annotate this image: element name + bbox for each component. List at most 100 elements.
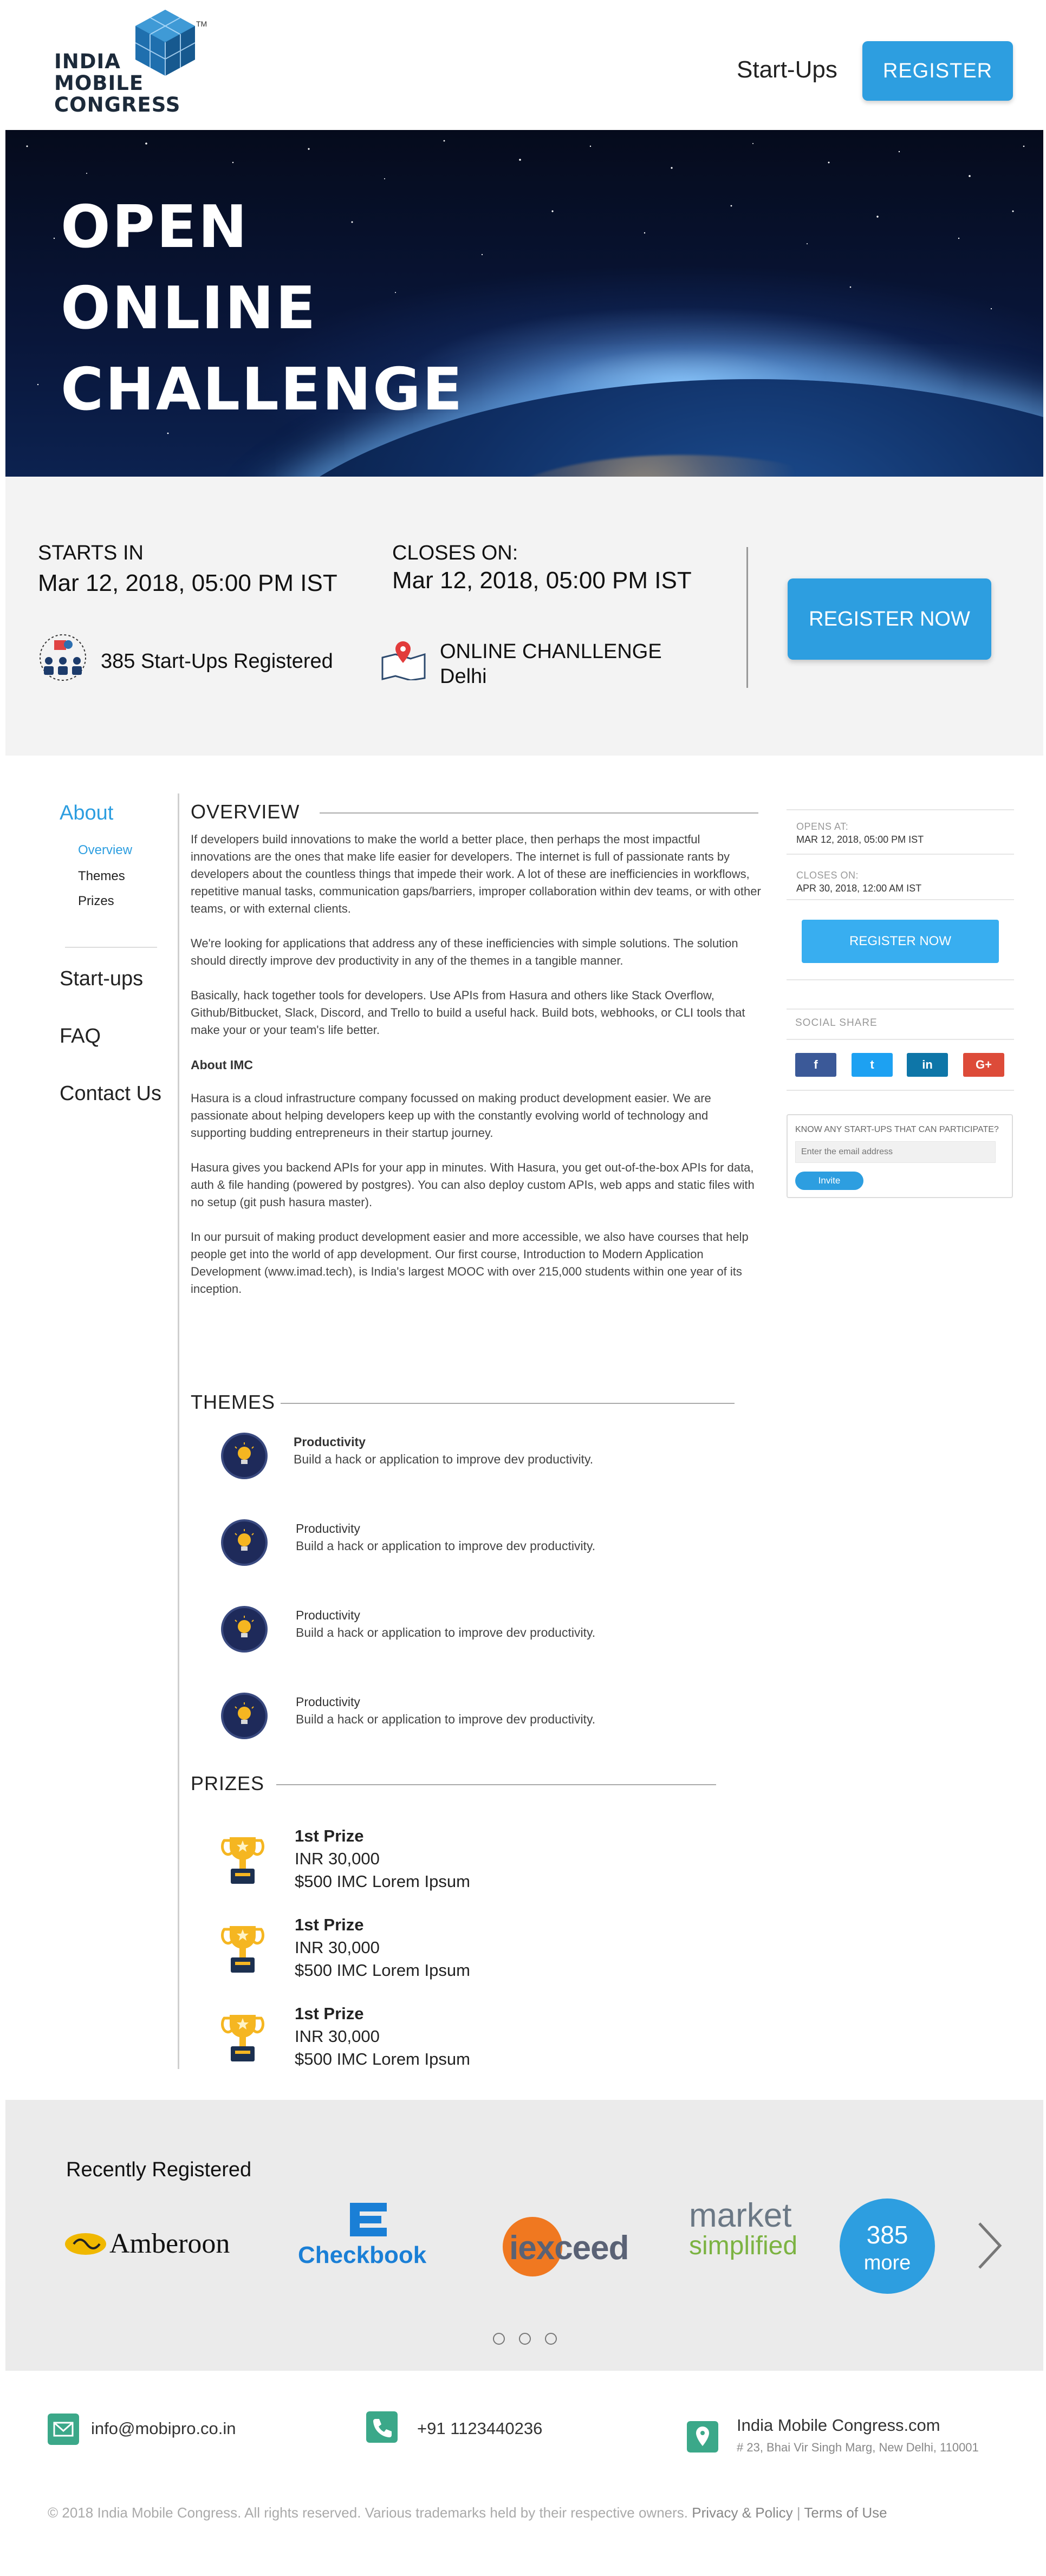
logo-word-1: INDIA bbox=[54, 50, 121, 73]
event-info-panel: STARTS IN Mar 12, 2018, 05:00 PM IST CLO… bbox=[5, 477, 1043, 756]
logo-trademark: TM bbox=[196, 19, 207, 28]
checkbook-wordmark: Checkbook bbox=[298, 2242, 427, 2268]
overview-title: OVERVIEW bbox=[191, 801, 300, 823]
theme-desc: Build a hack or application to improve d… bbox=[296, 1625, 596, 1640]
logo-word-3: CONGRESS bbox=[54, 93, 181, 116]
amberoon-logo[interactable]: Amberoon bbox=[63, 2227, 258, 2259]
info-divider bbox=[746, 547, 748, 688]
linkedin-share-button[interactable]: in bbox=[907, 1053, 948, 1077]
footer-org: India Mobile Congress.com bbox=[737, 2416, 940, 2435]
terms-of-use-link[interactable]: Terms of Use bbox=[804, 2505, 887, 2521]
theme-name: Productivity bbox=[296, 1521, 360, 1536]
logo-word-2: MOBILE bbox=[54, 71, 144, 95]
phone-icon bbox=[366, 2411, 398, 2443]
hero-title-line: OPEN bbox=[61, 193, 249, 261]
googleplus-share-button[interactable]: G+ bbox=[963, 1053, 1004, 1077]
closes-value: Mar 12, 2018, 05:00 PM IST bbox=[392, 567, 692, 594]
lightbulb-icon bbox=[221, 1519, 268, 1566]
registered-count-text: 385 Start-Ups Registered bbox=[101, 650, 333, 673]
trophy-icon bbox=[221, 1837, 264, 1884]
iexceed-wordmark: iexceed bbox=[509, 2229, 629, 2267]
nav-about[interactable]: About bbox=[60, 802, 113, 825]
nav-contact[interactable]: Contact Us bbox=[60, 1082, 161, 1105]
checkbook-mark-icon bbox=[350, 2203, 387, 2236]
market-simplified-logo[interactable]: market simplified bbox=[689, 2196, 819, 2272]
invite-label: KNOW ANY START-UPS THAT CAN PARTICIPATE? bbox=[795, 1125, 999, 1134]
register-now-button[interactable]: REGISTER NOW bbox=[788, 578, 991, 660]
theme-item: Productivity Build a hack or application… bbox=[221, 1606, 709, 1660]
footer-phone[interactable]: +91 1123440236 bbox=[417, 2419, 542, 2438]
twitter-share-button[interactable]: t bbox=[852, 1053, 893, 1077]
lightbulb-icon bbox=[221, 1433, 268, 1479]
theme-item: Productivity Build a hack or application… bbox=[221, 1519, 709, 1573]
social-share-title: SOCIAL SHARE bbox=[795, 1017, 878, 1029]
hero-title-line: ONLINE bbox=[61, 275, 317, 342]
content-divider bbox=[178, 793, 179, 2069]
theme-item: Productivity Build a hack or application… bbox=[221, 1433, 709, 1487]
prize-amount: INR 30,000 bbox=[295, 1849, 380, 1868]
checkbook-logo[interactable]: Checkbook bbox=[298, 2201, 439, 2271]
facebook-share-button[interactable]: f bbox=[795, 1053, 836, 1077]
closes-value: APR 30, 2018, 12:00 AM IST bbox=[796, 883, 922, 894]
lightbulb-icon bbox=[221, 1693, 268, 1739]
opens-label: OPENS AT: bbox=[796, 821, 849, 832]
nav-faq[interactable]: FAQ bbox=[60, 1025, 101, 1048]
about-imc-heading: About IMC bbox=[191, 1058, 253, 1072]
overview-paragraph: If developers build innovations to make … bbox=[191, 832, 761, 915]
market-wordmark: market bbox=[689, 2197, 792, 2234]
copyright: © 2018 India Mobile Congress. All rights… bbox=[48, 2505, 887, 2521]
sidebar-rule bbox=[787, 1039, 1014, 1040]
copyright-text: © 2018 India Mobile Congress. All rights… bbox=[48, 2505, 688, 2521]
page-root: TM INDIA MOBILE CONGRESS Start-Ups REGIS… bbox=[0, 0, 1046, 2576]
theme-desc: Build a hack or application to improve d… bbox=[294, 1452, 594, 1466]
map-pin-icon bbox=[381, 641, 426, 680]
sidebar-rule bbox=[787, 1090, 1014, 1091]
footer-address: # 23, Bhai Vir Singh Marg, New Delhi, 11… bbox=[737, 2441, 979, 2454]
overview-paragraph: Basically, hack together tools for devel… bbox=[191, 988, 745, 1037]
location-city: Delhi bbox=[440, 665, 487, 688]
carousel-dot[interactable] bbox=[493, 2333, 505, 2345]
prize-rank: 1st Prize bbox=[295, 1826, 364, 1845]
footer-email[interactable]: info@mobipro.co.in bbox=[91, 2419, 236, 2438]
more-startups-badge[interactable]: 385 more bbox=[840, 2198, 935, 2294]
recently-registered-section: Recently Registered Amberoon Checkbook i… bbox=[5, 2100, 1043, 2371]
invite-button[interactable]: Invite bbox=[795, 1172, 863, 1190]
nav-themes[interactable]: Themes bbox=[78, 869, 125, 884]
header-register-button[interactable]: REGISTER bbox=[862, 41, 1013, 101]
logo-wordmark: INDIA MOBILE CONGRESS bbox=[54, 51, 180, 116]
amberoon-wordmark: Amberoon bbox=[109, 2228, 230, 2259]
trophy-icon bbox=[221, 1926, 264, 1973]
overview-body: If developers build innovations to make … bbox=[191, 831, 762, 1315]
nav-startups-link[interactable]: Start-Ups bbox=[737, 56, 837, 83]
hero-banner: OPEN ONLINE CHALLENGE bbox=[5, 130, 1043, 477]
invite-email-input[interactable] bbox=[795, 1141, 996, 1163]
prize-amount: INR 30,000 bbox=[295, 1938, 380, 1957]
amberoon-mark-icon bbox=[65, 2233, 106, 2255]
iexceed-logo[interactable]: iexceed bbox=[503, 2217, 649, 2276]
themes-title: THEMES bbox=[191, 1391, 276, 1413]
starts-label: STARTS IN bbox=[38, 542, 144, 564]
prizes-rule bbox=[276, 1784, 716, 1785]
prize-rank: 1st Prize bbox=[295, 2004, 364, 2023]
closes-label: CLOSES ON: bbox=[796, 870, 859, 881]
prize-extra: $500 IMC Lorem Ipsum bbox=[295, 2050, 470, 2068]
carousel-dot[interactable] bbox=[519, 2333, 531, 2345]
prize-extra: $500 IMC Lorem Ipsum bbox=[295, 1961, 470, 1980]
theme-desc: Build a hack or application to improve d… bbox=[296, 1539, 596, 1553]
carousel-next-icon[interactable] bbox=[975, 2220, 1004, 2271]
nav-prizes[interactable]: Prizes bbox=[78, 894, 114, 909]
privacy-policy-link[interactable]: Privacy & Policy bbox=[692, 2505, 792, 2521]
sidebar-register-button[interactable]: REGISTER NOW bbox=[802, 920, 999, 963]
simplified-wordmark: simplified bbox=[689, 2232, 798, 2260]
overview-rule bbox=[320, 812, 758, 814]
imc-logo[interactable]: TM INDIA MOBILE CONGRESS bbox=[54, 8, 211, 116]
carousel-dot[interactable] bbox=[545, 2333, 557, 2345]
nav-overview[interactable]: Overview bbox=[78, 843, 132, 858]
about-paragraph: In our pursuit of making product develop… bbox=[191, 1230, 749, 1296]
location-type: ONLINE CHANLLENGE bbox=[440, 640, 662, 663]
prize-item: 1st Prize INR 30,000 $500 IMC Lorem Ipsu… bbox=[221, 1915, 600, 1991]
starts-value: Mar 12, 2018, 05:00 PM IST bbox=[38, 570, 337, 596]
nav-startups[interactable]: Start-ups bbox=[60, 967, 143, 991]
overview-paragraph: We're looking for applications that addr… bbox=[191, 936, 738, 967]
more-label: more bbox=[863, 2252, 911, 2274]
